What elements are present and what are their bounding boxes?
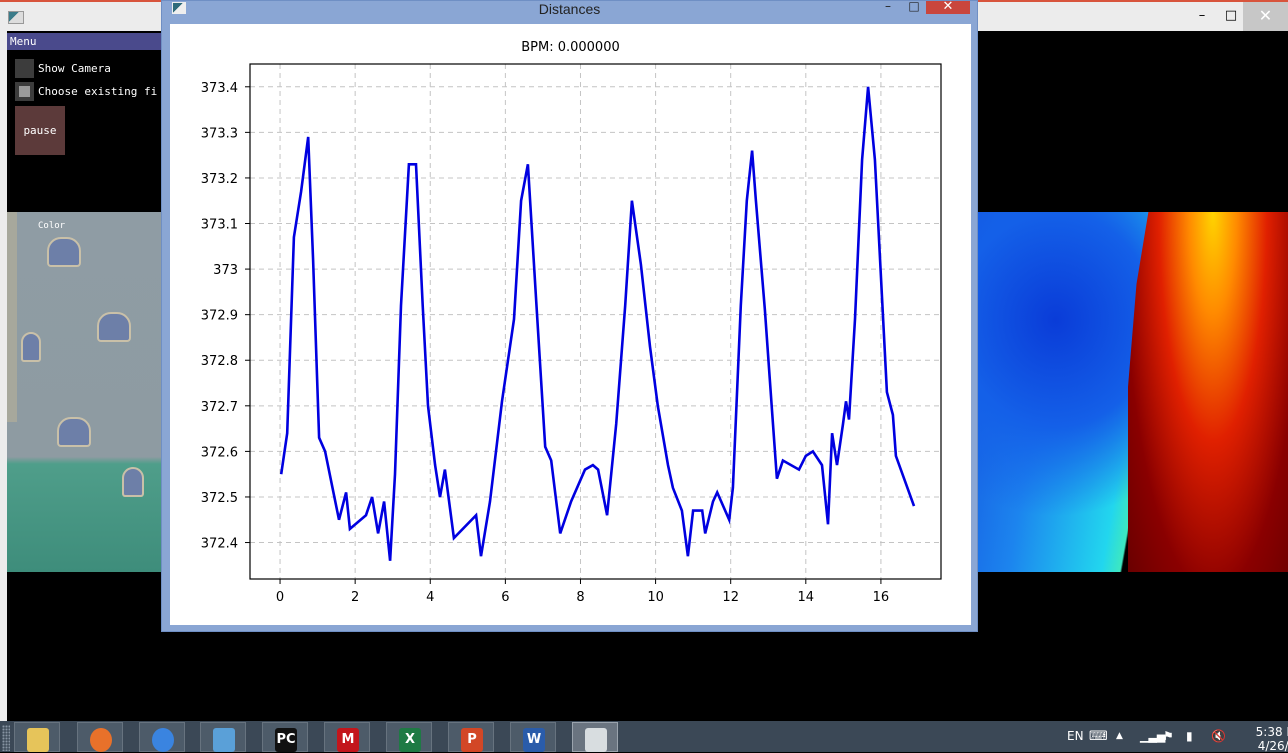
app-window-icon xyxy=(585,728,607,752)
wallpaper-motif xyxy=(57,417,91,447)
app-window-icon xyxy=(8,11,24,24)
taskbar-chrome-button[interactable] xyxy=(139,722,185,752)
taskbar-firefox-button[interactable] xyxy=(77,722,123,752)
distances-window: Distances – □ ✕ BPM: 0.000000 0 2 4 6 8 10 12 1… xyxy=(161,0,978,632)
clock-date: 4/26/20 xyxy=(1257,739,1288,753)
wallpaper-motif xyxy=(122,467,144,497)
choose-existing-file-option[interactable]: Choose existing fi xyxy=(15,81,157,101)
menu-header: Menu xyxy=(7,33,167,50)
chart-area: BPM: 0.000000 0 2 4 6 8 10 12 14 16 372.4 372.5 372… xyxy=(170,24,971,625)
taskbar-excel-button[interactable]: X xyxy=(386,722,432,752)
taskbar: PC M X P W EN ⌨ ▲ ▁▃▅ ⚑ ▮ 🔇 5:38 PM 4/26/20 xyxy=(0,721,1288,753)
action-center-flag-icon[interactable]: ⚑ xyxy=(1163,721,1174,752)
excel-icon: X xyxy=(399,728,421,752)
x-tick-label: 0 xyxy=(276,590,284,605)
choose-existing-file-label: Choose existing fi xyxy=(38,84,158,98)
y-tick-label: 373.3 xyxy=(201,126,238,141)
distance-line-chart: 0 2 4 6 8 10 12 14 16 372.4 372.5 372.6 372.7 372.8 37… xyxy=(201,63,942,605)
distances-minimize-button[interactable]: – xyxy=(880,0,896,15)
wallpaper-motif xyxy=(97,312,131,342)
y-tick-label: 372.7 xyxy=(201,400,238,415)
excel-glyph: X xyxy=(404,732,416,747)
y-tick-label: 372.9 xyxy=(201,309,238,324)
x-tick-label: 6 xyxy=(501,590,509,605)
camera-color-view: Color xyxy=(7,212,163,572)
battery-icon[interactable]: ▮ xyxy=(1186,721,1193,752)
y-tick-label: 373.1 xyxy=(201,218,238,233)
firefox-icon xyxy=(90,728,112,752)
door-frame xyxy=(7,212,17,422)
file-explorer-icon xyxy=(27,728,49,752)
show-hidden-icons-icon[interactable]: ▲ xyxy=(1116,721,1123,752)
tray-grip xyxy=(1050,721,1060,752)
y-tick-label: 372.8 xyxy=(201,354,238,369)
taskbar-mcafee-button[interactable]: M xyxy=(324,722,370,752)
pycharm-glyph: PC xyxy=(276,732,296,747)
taskbar-powerpoint-button[interactable]: P xyxy=(448,722,494,752)
y-tick-label: 373.4 xyxy=(201,81,238,96)
distances-close-button[interactable]: ✕ xyxy=(926,0,970,14)
language-indicator[interactable]: EN xyxy=(1067,721,1084,752)
powerpoint-glyph: P xyxy=(467,732,477,747)
minimize-button[interactable]: – xyxy=(1186,2,1218,31)
mcafee-glyph: M xyxy=(341,732,355,747)
show-camera-option[interactable]: Show Camera xyxy=(15,58,111,78)
y-tick-label: 372.6 xyxy=(201,445,238,460)
depth-heatmap-view xyxy=(978,212,1288,572)
word-glyph: W xyxy=(526,732,542,747)
taskbar-pycharm-button[interactable]: PC xyxy=(262,722,308,752)
clock-time: 5:38 PM xyxy=(1255,725,1288,739)
taskbar-word-button[interactable]: W xyxy=(510,722,556,752)
y-tick-label: 372.4 xyxy=(201,537,238,552)
wallpaper-motif xyxy=(47,237,81,267)
taskbar-app-window-button[interactable] xyxy=(572,722,618,752)
window-title: Distances xyxy=(538,1,601,17)
choose-existing-file-checkbox[interactable] xyxy=(15,81,34,101)
x-tick-label: 8 xyxy=(576,590,584,605)
keyboard-icon[interactable]: ⌨ xyxy=(1089,721,1108,752)
y-tick-label: 372.5 xyxy=(201,491,238,506)
powerpoint-icon: P xyxy=(461,728,483,752)
network-signal-icon[interactable]: ▁▃▅ xyxy=(1140,721,1165,752)
close-button[interactable]: ✕ xyxy=(1243,2,1288,31)
x-tick-label: 12 xyxy=(722,590,739,605)
depth-near-region xyxy=(1128,212,1288,572)
x-tick-label: 14 xyxy=(798,590,815,605)
window-border xyxy=(0,31,7,721)
series-line-distance xyxy=(279,86,916,561)
wallpaper-motif xyxy=(21,332,41,362)
x-tick-label: 4 xyxy=(426,590,434,605)
camera-view-label: Color xyxy=(38,221,66,231)
show-camera-checkbox[interactable] xyxy=(15,58,34,78)
y-tick-label: 373.2 xyxy=(201,172,238,187)
plot-frame xyxy=(249,63,942,580)
pycharm-icon: PC xyxy=(275,728,297,752)
taskbar-grip[interactable] xyxy=(2,725,10,751)
control-panel-icon xyxy=(213,728,235,752)
taskbar-control-panel-button[interactable] xyxy=(200,722,246,752)
distances-maximize-button[interactable]: □ xyxy=(906,0,922,15)
mcafee-icon: M xyxy=(337,728,359,752)
show-camera-label: Show Camera xyxy=(38,61,111,75)
x-tick-label: 10 xyxy=(647,590,664,605)
volume-muted-icon[interactable]: 🔇 xyxy=(1211,721,1226,752)
y-tick-label: 373 xyxy=(213,263,238,278)
x-tick-label: 16 xyxy=(873,590,890,605)
taskbar-file-explorer-button[interactable] xyxy=(14,722,60,752)
pause-button[interactable]: pause xyxy=(15,106,65,155)
word-icon: W xyxy=(523,728,545,752)
x-tick-label: 2 xyxy=(351,590,359,605)
chrome-icon xyxy=(152,728,174,752)
system-clock[interactable]: 5:38 PM 4/26/20 xyxy=(1244,725,1288,753)
